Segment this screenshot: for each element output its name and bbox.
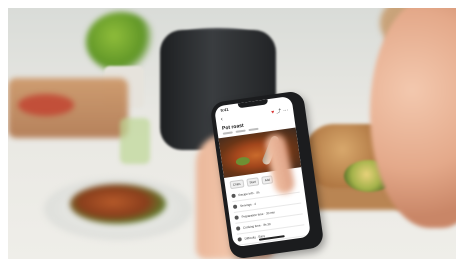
heart-icon[interactable]: ♥ [271, 109, 275, 115]
garnish [235, 156, 251, 167]
phone-notch [237, 99, 269, 109]
phone-screen: 9:41 ‹ ♥ ⤴ ⋯ Pot roast Chips Start Add R… [213, 95, 311, 248]
chip-button[interactable]: Chips [229, 179, 245, 190]
servings-icon [232, 204, 238, 210]
meta-line [235, 129, 246, 133]
recipe-info-list: Recipe info · 4h Servings · 4 Preparatio… [230, 181, 306, 246]
status-time: 9:41 [220, 106, 229, 113]
vegetables [18, 94, 74, 116]
chevron-left-icon[interactable]: ‹ [220, 116, 223, 124]
list-item-label: Preparation time · 30 min [241, 210, 276, 219]
more-icon[interactable]: ⋯ [283, 107, 289, 114]
potted-plant [86, 12, 156, 72]
list-item-label: Servings · 4 [239, 201, 257, 209]
share-icon[interactable]: ⤴ [276, 108, 282, 115]
clock-icon [234, 215, 239, 220]
list-item-label: Cooking time · 3h 30 [242, 222, 271, 230]
info-icon [231, 193, 236, 199]
drinking-glass [120, 118, 150, 164]
plated-food [70, 184, 166, 224]
level-icon [237, 237, 242, 242]
meta-line [222, 131, 233, 135]
app-topbar: ‹ ♥ ⤴ ⋯ [220, 106, 288, 123]
photo-scene: 9:41 ‹ ♥ ⤴ ⋯ Pot roast Chips Start Add R… [8, 8, 456, 259]
topbar-actions: ♥ ⤴ ⋯ [271, 107, 289, 115]
meta-line [248, 127, 259, 132]
pot-icon [235, 226, 241, 231]
chip-button[interactable]: Start [246, 177, 260, 187]
list-item-label: Recipe info · 4h [238, 190, 260, 198]
